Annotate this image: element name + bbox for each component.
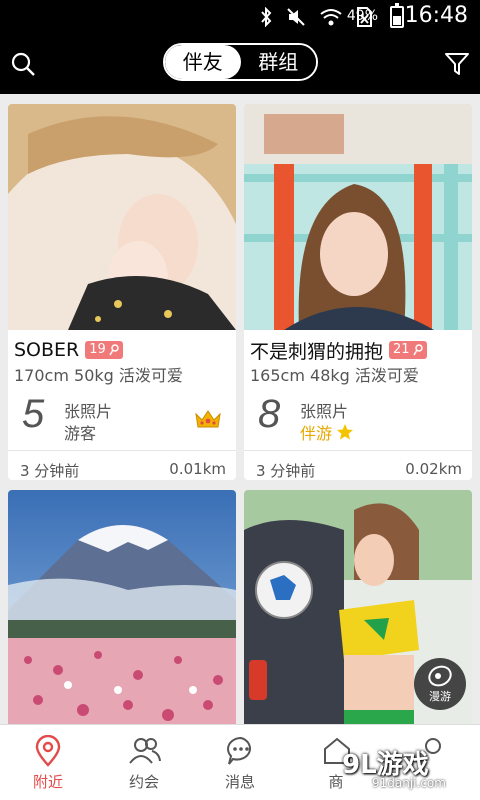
filter-icon[interactable] [444,51,470,77]
photo-count: 5 [22,392,45,436]
chat-bubble-icon [227,736,251,765]
watermark: 9L游戏 91danji.com [342,744,476,796]
age-badge: 19 [85,341,123,359]
role-label: 游客 [64,424,97,443]
tab-messages[interactable]: 消息 [192,725,288,800]
user-stats: 170cm 50kg 活泼可爱 [14,366,183,385]
location-pin-icon [35,735,61,767]
role-label: 伴游 [300,424,333,443]
bluetooth-icon [261,7,272,27]
tab-label: 消息 [224,773,255,791]
user-role: 伴游 [300,420,354,444]
divider [244,450,472,451]
search-icon[interactable] [10,51,36,77]
age-value: 19 [89,342,106,357]
user-card[interactable]: 不是刺猬的拥抱 21 165cm 48kg 活泼可爱 8 张照片 伴游 3 分钟… [244,104,472,480]
segment-groups[interactable]: 群组 [240,45,316,79]
name-row: SOBER 19 [14,338,123,362]
distance: 0.01km [169,460,226,478]
photo-count-label: 张照片 [300,402,349,421]
user-grid: SOBER 19 170cm 50kg 活泼可爱 5 张照片 游客 3 分钟前 … [0,94,480,724]
crown-icon [195,410,221,428]
photo-count: 8 [258,392,281,436]
mute-icon [287,8,305,26]
tab-label: 附近 [32,773,63,791]
tab-nearby[interactable]: 附近 [0,725,96,800]
last-active: 3 分钟前 [20,462,80,480]
user-role: 游客 [64,420,96,444]
user-name: SOBER [14,339,80,361]
tab-dates[interactable]: 约会 [96,725,192,800]
globe-icon [428,665,452,687]
distance: 0.02km [405,460,462,478]
roam-map-button[interactable]: 漫游 [414,658,466,710]
tab-label: 约会 [128,773,159,791]
roam-label: 漫游 [429,690,451,703]
age-value: 21 [393,342,410,357]
wifi-icon [320,9,342,26]
status-bar: 49% 16:48 [0,0,480,34]
segment-control: 伴友 群组 [163,43,318,81]
battery-percent: 49% [346,8,378,24]
app-header: 伴友 群组 [0,34,480,94]
user-card[interactable]: SOBER 19 170cm 50kg 活泼可爱 5 张照片 游客 3 分钟前 … [8,104,236,480]
user-stats: 165cm 48kg 活泼可爱 [250,366,419,385]
divider [8,450,236,451]
female-icon [412,344,423,356]
user-card[interactable] [8,490,236,724]
user-photo [244,104,472,330]
user-name: 不是刺猬的拥抱 [250,340,384,363]
last-active: 3 分钟前 [256,462,316,480]
female-icon [109,344,119,356]
battery-icon [390,3,404,28]
photo-count-label: 张照片 [64,402,113,421]
user-photo [8,104,236,330]
star-icon [337,424,354,440]
segment-companions[interactable]: 伴友 [165,45,241,79]
age-badge: 21 [389,341,427,359]
people-icon [129,738,161,764]
clock: 16:48 [404,3,468,28]
user-photo [8,490,236,724]
watermark-url: 91danji.com [372,776,446,790]
name-row: 不是刺猬的拥抱 21 [250,338,427,363]
